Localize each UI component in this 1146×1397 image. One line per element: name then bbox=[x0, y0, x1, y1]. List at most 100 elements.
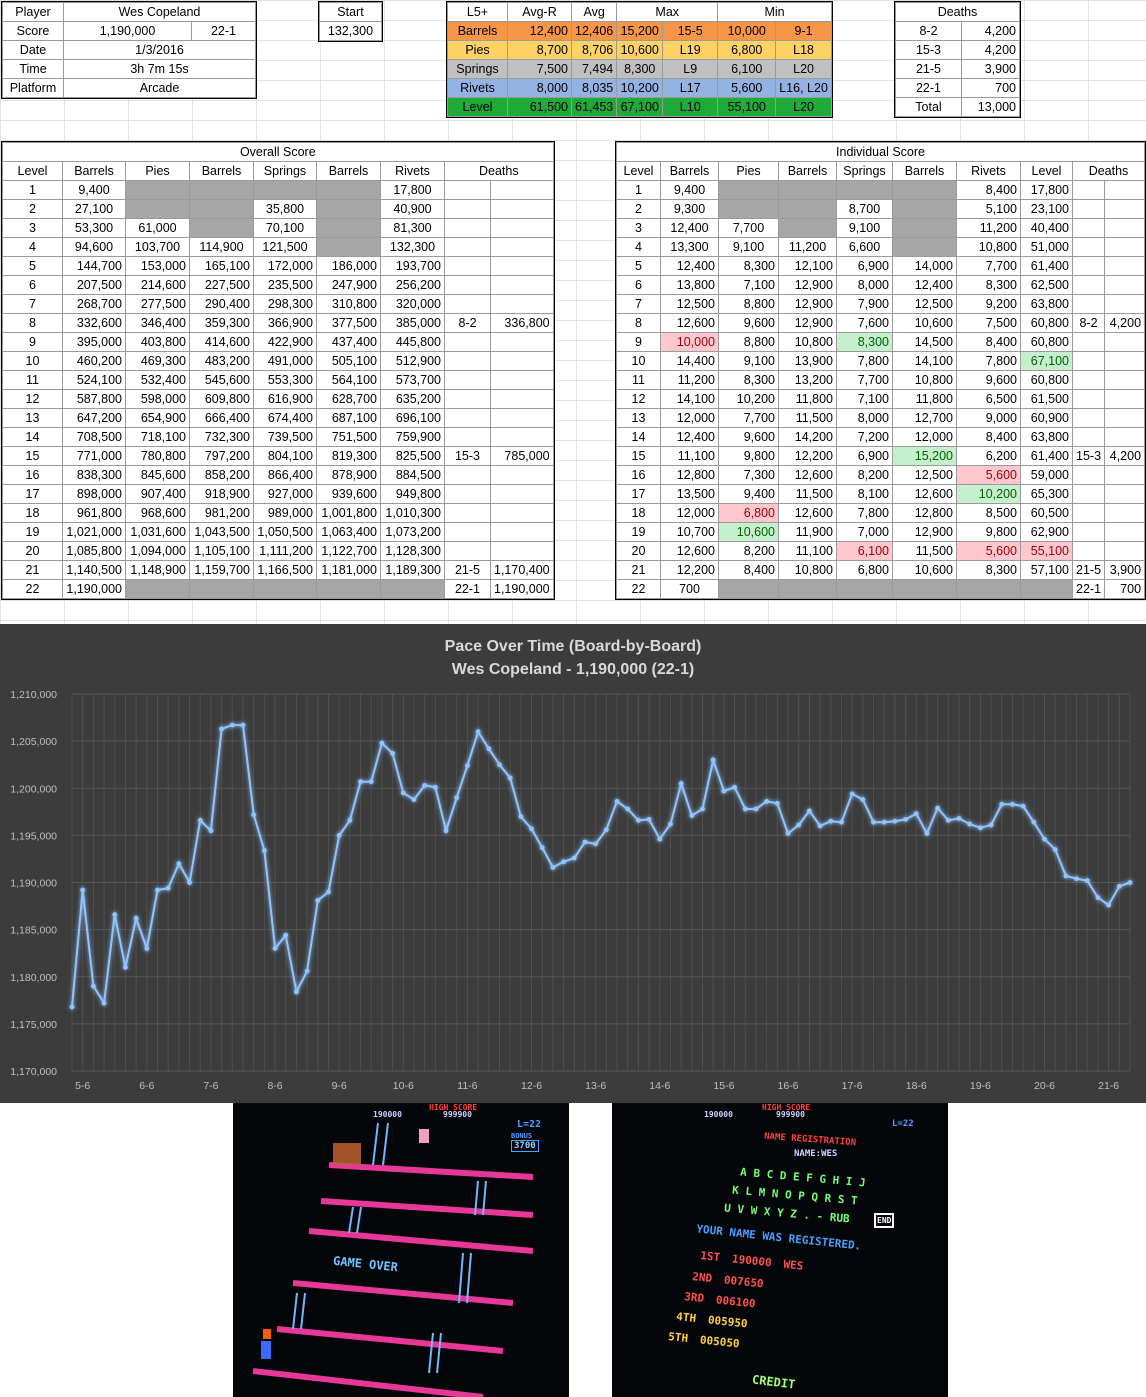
individual-cell: 12,500 bbox=[660, 294, 719, 314]
right-score: 190000 bbox=[704, 1110, 733, 1119]
overall-cell: 94,600 bbox=[62, 237, 126, 257]
individual-cell bbox=[1071, 370, 1106, 390]
overall-cell: 4 bbox=[2, 237, 63, 257]
individual-cell: 55,100 bbox=[1020, 541, 1073, 561]
individual-cell: 17 bbox=[616, 484, 661, 504]
overall-cell: 103,700 bbox=[125, 237, 190, 257]
overall-cell: 22 bbox=[2, 579, 63, 599]
individual-cell bbox=[1104, 370, 1146, 390]
overall-cell bbox=[444, 465, 491, 485]
individual-cell: 14,100 bbox=[892, 351, 957, 371]
stats-avg: 7,494 bbox=[570, 59, 618, 79]
individual-cell bbox=[1104, 332, 1146, 352]
individual-cell: 13,900 bbox=[778, 351, 837, 371]
individual-cell: 7,300 bbox=[718, 465, 779, 485]
overall-cell: 1,010,300 bbox=[380, 503, 445, 523]
individual-cell: 12,800 bbox=[892, 503, 957, 523]
individual-cell: 8,400 bbox=[956, 332, 1021, 352]
label-player: Player bbox=[2, 2, 64, 22]
left-bonus-label: BONUS bbox=[511, 1132, 533, 1140]
stats-header-avg-r: Avg-R bbox=[507, 2, 572, 22]
stats-header-avg: Avg bbox=[570, 2, 618, 22]
individual-cell: 19 bbox=[616, 522, 661, 542]
right-level: L=22 bbox=[892, 1119, 914, 1129]
individual-cell: 60,800 bbox=[1020, 313, 1073, 333]
stats-row: Barrels 12,400 12,406 15,200 15-5 10,000 9-1 bbox=[447, 21, 832, 41]
stats-min-at: L16, L20 bbox=[775, 78, 832, 98]
pace-point bbox=[710, 757, 716, 763]
pace-point bbox=[657, 836, 663, 842]
individual-cell: 11 bbox=[616, 370, 661, 390]
individual-cell: 8 bbox=[616, 313, 661, 333]
individual-row: 3 12,400 7,700 9,100 11,200 40,400 bbox=[616, 218, 1146, 238]
overall-cell: 674,400 bbox=[253, 408, 317, 428]
stats-max: 10,200 bbox=[616, 78, 664, 98]
overall-cell: 573,700 bbox=[380, 370, 445, 390]
stats-max-at: 15-5 bbox=[662, 21, 719, 41]
overall-cell: 1,190,000 bbox=[490, 579, 554, 599]
individual-cell: 60,900 bbox=[1020, 408, 1073, 428]
overall-cell bbox=[444, 275, 491, 295]
pace-point bbox=[283, 932, 289, 938]
individual-row: 22 700 22-1 700 bbox=[616, 579, 1146, 599]
overall-cell: 491,000 bbox=[253, 351, 317, 371]
pace-point bbox=[603, 827, 609, 833]
pace-point bbox=[839, 819, 844, 825]
individual-header: Barrels bbox=[892, 161, 957, 181]
ranking-row: 2ND 007650 bbox=[692, 1270, 788, 1293]
individual-cell bbox=[1071, 427, 1106, 447]
individual-cell bbox=[1104, 294, 1146, 314]
label-date: Date bbox=[2, 40, 64, 60]
overall-row: 11 524,100 532,400 545,600 553,300 564,100 573… bbox=[2, 370, 554, 390]
pace-point bbox=[219, 726, 225, 732]
individual-cell bbox=[1071, 199, 1106, 219]
individual-cell: 9,400 bbox=[718, 484, 779, 504]
pace-point bbox=[390, 750, 396, 756]
individual-row: 8 12,600 9,600 12,900 7,600 10,600 7,500 60,800… bbox=[616, 313, 1146, 333]
stats-max: 67,100 bbox=[616, 97, 664, 117]
rank-name: WES bbox=[782, 1257, 804, 1273]
player-time: 3h 7m 15s bbox=[63, 59, 256, 79]
overall-cell: 780,800 bbox=[125, 446, 190, 466]
overall-cell bbox=[253, 579, 317, 599]
deaths-summary-row: 15-3 4,200 bbox=[895, 40, 1020, 60]
rank-score: 190000 bbox=[731, 1252, 773, 1270]
overall-cell: 13 bbox=[2, 408, 63, 428]
individual-cell: 10,600 bbox=[892, 313, 957, 333]
pace-point bbox=[465, 763, 470, 769]
overall-cell: 838,300 bbox=[62, 465, 126, 485]
individual-cell: 13,500 bbox=[660, 484, 719, 504]
pace-point bbox=[732, 784, 737, 790]
right-high-score: 999900 bbox=[776, 1110, 805, 1119]
overall-cell: 609,800 bbox=[189, 389, 254, 409]
individual-cell: 40,400 bbox=[1020, 218, 1073, 238]
x-tick-label: 17-6 bbox=[842, 1080, 863, 1092]
stats-max-at: L10 bbox=[662, 97, 719, 117]
individual-row: 2 9,300 8,700 5,100 23,100 bbox=[616, 199, 1146, 219]
overall-cell bbox=[490, 541, 554, 561]
individual-cell: 10,800 bbox=[778, 332, 837, 352]
individual-cell: 6,800 bbox=[718, 503, 779, 523]
individual-cell: 6,200 bbox=[956, 446, 1021, 466]
x-tick-label: 10-6 bbox=[393, 1080, 414, 1092]
individual-cell: 12,000 bbox=[892, 427, 957, 447]
overall-cell bbox=[444, 294, 491, 314]
pace-chart-svg: Pace Over Time (Board-by-Board) Wes Cope… bbox=[10, 638, 1133, 1092]
individual-cell: 13,300 bbox=[660, 237, 719, 257]
stats-max: 10,600 bbox=[616, 40, 664, 60]
overall-cell: 898,000 bbox=[62, 484, 126, 504]
spreadsheet: Player Wes Copeland Score 1,190,000 22-1 Da… bbox=[0, 0, 1146, 624]
overall-cell: 40,900 bbox=[380, 199, 445, 219]
individual-cell: 21-5 bbox=[1071, 560, 1106, 580]
pace-point bbox=[945, 817, 951, 823]
individual-cell: 8,100 bbox=[836, 484, 893, 504]
individual-cell: 12,700 bbox=[892, 408, 957, 428]
pace-point bbox=[80, 887, 86, 893]
overall-cell bbox=[444, 180, 491, 200]
overall-cell: 469,300 bbox=[125, 351, 190, 371]
overall-header: Pies bbox=[125, 161, 190, 181]
pace-point bbox=[101, 1000, 107, 1006]
rank-score: 005050 bbox=[699, 1333, 741, 1351]
overall-cell: 732,300 bbox=[189, 427, 254, 447]
individual-cell: 10,800 bbox=[892, 370, 957, 390]
